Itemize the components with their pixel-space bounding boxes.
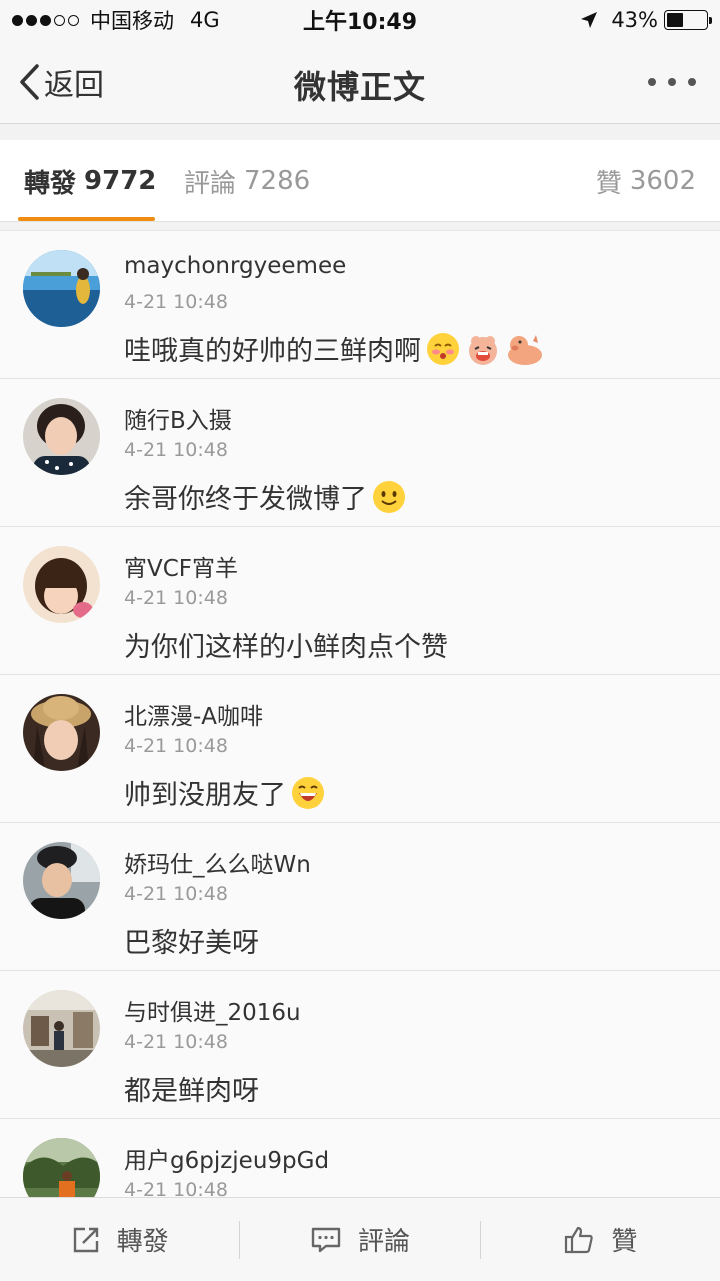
page-title: 微博正文 <box>293 68 426 106</box>
username[interactable]: maychonrgyeemee <box>124 253 346 279</box>
carrier-name: 中国移动 <box>90 9 174 33</box>
repost-text-content: 巴黎好美呀 <box>124 928 259 959</box>
repost-button-label: 轉發 <box>116 1227 169 1257</box>
tab-comments-label: 評論 <box>184 168 237 199</box>
repost-item[interactable]: 宵VCF宵羊 4-21 10:48 为你们这样的小鲜肉点个赞 <box>0 527 720 675</box>
pig-emoji-icon <box>505 331 545 367</box>
repost-text: 帅到没朋友了 <box>124 773 326 812</box>
network-type: 4G <box>190 8 220 32</box>
user-avatar[interactable] <box>23 250 100 327</box>
repost-text-content: 都是鲜肉呀 <box>124 1076 259 1107</box>
repost-item[interactable]: 随行B入摄 4-21 10:48 余哥你终于发微博了 <box>0 379 720 527</box>
shy-face-emoji-icon <box>425 331 461 367</box>
username[interactable]: 北漂漫-A咖啡 <box>124 697 263 731</box>
tab-bar: 轉發 9772 評論 7286 贊 3602 <box>0 140 720 222</box>
status-left: 中国移动 4G <box>12 5 220 35</box>
timestamp: 4-21 10:48 <box>124 735 228 757</box>
repost-text: 为你们这样的小鲜肉点个赞 <box>124 625 448 664</box>
more-options-button[interactable] <box>648 70 696 94</box>
repost-item[interactable]: maychonrgyeemee 4-21 10:48 哇哦真的好帅的三鲜肉啊 <box>0 231 720 379</box>
timestamp: 4-21 10:48 <box>124 883 228 905</box>
repost-item[interactable]: 与时俱进_2016u 4-21 10:48 都是鲜肉呀 <box>0 971 720 1119</box>
timestamp: 4-21 10:48 <box>124 439 228 461</box>
like-button-label: 贊 <box>611 1227 638 1257</box>
repost-list[interactable]: maychonrgyeemee 4-21 10:48 哇哦真的好帅的三鲜肉啊 随… <box>0 230 720 1197</box>
username[interactable]: 与时俱进_2016u <box>124 993 301 1027</box>
user-avatar[interactable] <box>23 990 100 1067</box>
username[interactable]: 宵VCF宵羊 <box>124 549 238 583</box>
user-avatar[interactable] <box>23 694 100 771</box>
bottom-toolbar: 轉發 評論 贊 <box>0 1197 720 1281</box>
tab-likes-count: 3602 <box>629 166 696 196</box>
tab-reposts[interactable]: 轉發 9772 <box>24 140 156 222</box>
repost-text-content: 哇哦真的好帅的三鲜肉啊 <box>124 336 421 367</box>
more-dot-icon <box>648 78 656 86</box>
user-avatar[interactable] <box>23 398 100 475</box>
repost-item[interactable]: 用户g6pjzjeu9pGd 4-21 10:48 <box>0 1119 720 1197</box>
navigation-bar: 返回 微博正文 <box>0 40 720 124</box>
status-bar: 中国移动 4G 上午10:49 43% <box>0 0 720 40</box>
user-avatar[interactable] <box>23 546 100 623</box>
comment-button-label: 評論 <box>357 1227 410 1257</box>
repost-text: 都是鲜肉呀 <box>124 1069 259 1108</box>
username[interactable]: 娇玛仕_么么哒Wn <box>124 845 311 879</box>
repost-text: 余哥你终于发微博了 <box>124 477 407 516</box>
user-avatar[interactable] <box>23 842 100 919</box>
timestamp: 4-21 10:48 <box>124 291 228 313</box>
tab-likes[interactable]: 贊 3602 <box>596 140 696 222</box>
repost-item[interactable]: 北漂漫-A咖啡 4-21 10:48 帅到没朋友了 <box>0 675 720 823</box>
battery-fill <box>667 13 684 27</box>
location-arrow-icon <box>579 10 599 30</box>
chevron-left-icon <box>18 64 40 100</box>
battery-percent: 43% <box>611 8 658 32</box>
user-avatar[interactable] <box>23 1138 100 1197</box>
repost-text-content: 帅到没朋友了 <box>124 780 286 811</box>
laugh-emoji-icon <box>290 775 326 811</box>
username[interactable]: 用户g6pjzjeu9pGd <box>124 1141 329 1175</box>
tab-reposts-label: 轉發 <box>24 168 77 199</box>
tab-reposts-count: 9772 <box>84 166 157 196</box>
comment-button[interactable]: 評論 <box>240 1198 479 1281</box>
like-button[interactable]: 贊 <box>481 1198 720 1281</box>
signal-strength-icon <box>12 14 82 26</box>
username[interactable]: 随行B入摄 <box>124 401 232 435</box>
timestamp: 4-21 10:48 <box>124 1031 228 1053</box>
laughing-pig-emoji-icon <box>465 331 501 367</box>
tab-likes-label: 贊 <box>595 168 622 199</box>
active-tab-indicator <box>18 217 155 221</box>
comment-icon <box>310 1225 342 1255</box>
repost-text: 哇哦真的好帅的三鲜肉啊 <box>124 329 545 368</box>
repost-button[interactable]: 轉發 <box>0 1198 239 1281</box>
battery-icon <box>664 10 712 30</box>
back-button[interactable]: 返回 <box>18 62 104 103</box>
thumbs-up-icon <box>563 1224 595 1256</box>
timestamp: 4-21 10:48 <box>124 587 228 609</box>
back-label: 返回 <box>44 68 104 103</box>
repost-item[interactable]: 娇玛仕_么么哒Wn 4-21 10:48 巴黎好美呀 <box>0 823 720 971</box>
repost-text: 巴黎好美呀 <box>124 921 259 960</box>
timestamp: 4-21 10:48 <box>124 1179 228 1197</box>
more-dot-icon <box>668 78 676 86</box>
repost-icon <box>71 1225 101 1255</box>
repost-text-content: 余哥你终于发微博了 <box>124 484 367 515</box>
smile-emoji-icon <box>371 479 407 515</box>
more-dot-icon <box>688 78 696 86</box>
tab-comments[interactable]: 評論 7286 <box>184 140 310 222</box>
repost-text-content: 为你们这样的小鲜肉点个赞 <box>124 632 448 663</box>
tab-comments-count: 7286 <box>244 166 311 196</box>
status-right: 43% <box>579 8 712 32</box>
